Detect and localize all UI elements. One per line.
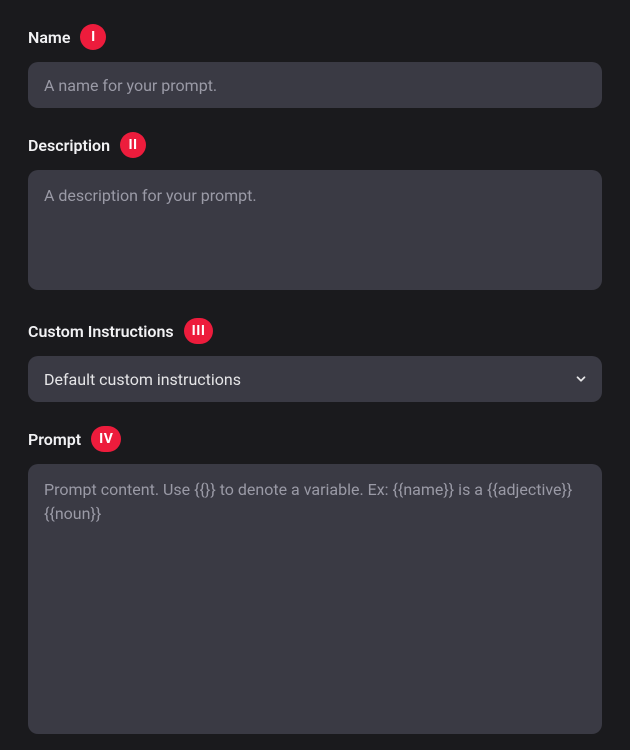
description-field-group: Description II [28, 132, 602, 294]
name-input[interactable] [28, 62, 602, 108]
custom-instructions-select-wrap: Default custom instructions [28, 356, 602, 402]
custom-instructions-select[interactable]: Default custom instructions [28, 356, 602, 402]
description-label-row: Description II [28, 132, 602, 158]
badge-one: I [80, 24, 106, 50]
custom-instructions-field-group: Custom Instructions III Default custom i… [28, 318, 602, 402]
prompt-textarea[interactable] [28, 464, 602, 734]
name-label-row: Name I [28, 24, 602, 50]
prompt-label-row: Prompt IV [28, 426, 602, 452]
badge-four: IV [91, 426, 121, 452]
badge-two: II [120, 132, 146, 158]
custom-instructions-label: Custom Instructions [28, 322, 174, 341]
custom-instructions-label-row: Custom Instructions III [28, 318, 602, 344]
name-label: Name [28, 28, 70, 47]
description-textarea[interactable] [28, 170, 602, 290]
prompt-label: Prompt [28, 430, 81, 449]
badge-three: III [184, 318, 214, 344]
description-label: Description [28, 136, 110, 155]
name-field-group: Name I [28, 24, 602, 108]
prompt-field-group: Prompt IV [28, 426, 602, 738]
